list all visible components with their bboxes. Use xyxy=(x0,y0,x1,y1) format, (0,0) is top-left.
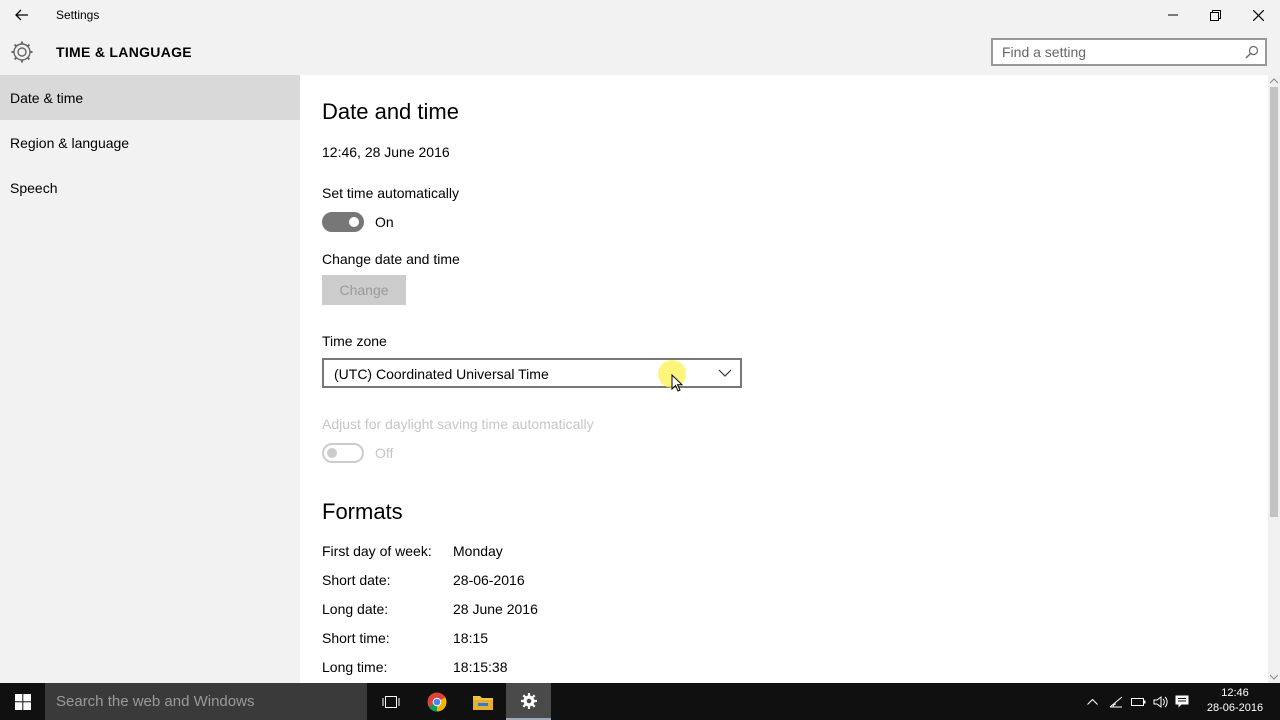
change-date-label: Change date and time xyxy=(322,251,460,267)
back-button[interactable] xyxy=(8,3,36,27)
daylight-toggle[interactable] xyxy=(322,443,364,463)
current-datetime: 12:46, 28 June 2016 xyxy=(322,144,450,160)
timezone-label: Time zone xyxy=(322,333,387,349)
sidebar-item-label: Date & time xyxy=(10,89,84,106)
formats-heading: Formats xyxy=(322,499,403,524)
mouse-cursor-icon xyxy=(671,374,683,392)
sidebar-item-date-time[interactable]: Date & time xyxy=(0,75,300,120)
search-input[interactable] xyxy=(993,40,1242,64)
minimize-icon xyxy=(1168,14,1178,16)
sidebar-item-speech[interactable]: Speech xyxy=(0,165,300,210)
show-hidden-icons-button[interactable] xyxy=(1081,683,1103,720)
scroll-up-button[interactable] xyxy=(1268,75,1280,87)
network-button[interactable] xyxy=(1105,683,1127,720)
speaker-icon xyxy=(1153,695,1168,708)
chevron-down-icon xyxy=(718,369,732,377)
format-value: 18:15 xyxy=(453,630,489,646)
section-title: TIME & LANGUAGE xyxy=(56,44,192,60)
app-title: Settings xyxy=(56,8,100,22)
chrome-taskbar-button[interactable] xyxy=(414,683,459,720)
title-bar: Settings xyxy=(0,0,1280,30)
minimize-button[interactable] xyxy=(1151,0,1195,30)
notification-icon xyxy=(1175,695,1189,708)
sidebar: Date & time Region & language Speech xyxy=(0,75,300,683)
set-time-auto-label: Set time automatically xyxy=(322,185,459,201)
vertical-scrollbar[interactable] xyxy=(1268,75,1280,683)
format-value: 28-06-2016 xyxy=(453,572,525,588)
battery-icon xyxy=(1131,697,1146,706)
restore-button[interactable] xyxy=(1193,0,1237,30)
task-view-icon xyxy=(382,695,399,708)
close-icon xyxy=(1252,9,1264,21)
settings-taskbar-button[interactable] xyxy=(506,683,551,720)
sidebar-item-region-language[interactable]: Region & language xyxy=(0,120,300,165)
restore-icon xyxy=(1209,9,1221,21)
format-label: First day of week: xyxy=(322,543,432,559)
arrow-left-icon xyxy=(15,9,28,21)
clock[interactable]: 12:46 28-06-2016 xyxy=(1198,686,1272,716)
format-label: Short date: xyxy=(322,572,391,588)
clock-date: 28-06-2016 xyxy=(1206,702,1264,714)
folder-icon xyxy=(472,695,493,710)
chrome-icon xyxy=(427,692,446,711)
format-value: 28 June 2016 xyxy=(453,601,538,617)
wifi-icon xyxy=(1109,696,1123,707)
format-label: Long date: xyxy=(322,601,389,617)
action-center-button[interactable] xyxy=(1171,683,1193,720)
sidebar-item-label: Speech xyxy=(10,179,58,196)
start-button[interactable] xyxy=(0,683,45,720)
format-label: Long time: xyxy=(322,659,388,675)
set-time-auto-state: On xyxy=(375,214,394,230)
chevron-up-icon xyxy=(1270,78,1278,84)
set-time-auto-toggle[interactable] xyxy=(322,212,364,232)
chevron-down-icon xyxy=(1270,674,1278,680)
windows-logo-icon xyxy=(14,693,31,710)
battery-button[interactable] xyxy=(1127,683,1149,720)
main-content: Date and time 12:46, 28 June 2016 Set ti… xyxy=(300,75,1268,683)
settings-header: TIME & LANGUAGE xyxy=(0,30,1280,75)
page-title: Date and time xyxy=(322,99,459,124)
task-view-button[interactable] xyxy=(368,683,413,720)
volume-button[interactable] xyxy=(1149,683,1171,720)
change-button[interactable]: Change xyxy=(322,275,406,305)
gear-icon xyxy=(11,41,33,63)
toggle-knob xyxy=(327,448,337,458)
search-icon[interactable] xyxy=(1245,45,1259,59)
gear-icon xyxy=(520,692,537,709)
timezone-value: (UTC) Coordinated Universal Time xyxy=(334,366,549,382)
sidebar-item-label: Region & language xyxy=(10,134,130,151)
close-button[interactable] xyxy=(1236,0,1280,30)
scroll-down-button[interactable] xyxy=(1268,671,1280,683)
taskbar: Search the web and Windows 12:46 28-06-2… xyxy=(0,683,1280,720)
clock-time: 12:46 xyxy=(1221,687,1249,699)
daylight-label: Adjust for daylight saving time automati… xyxy=(322,416,594,432)
file-explorer-button[interactable] xyxy=(460,683,505,720)
taskbar-search[interactable]: Search the web and Windows xyxy=(45,683,367,720)
daylight-state: Off xyxy=(375,445,394,461)
format-value: Monday xyxy=(453,543,503,559)
toggle-knob xyxy=(349,217,359,227)
format-label: Short time: xyxy=(322,630,390,646)
format-value: 18:15:38 xyxy=(453,659,508,675)
search-box[interactable] xyxy=(991,38,1267,66)
chevron-up-icon xyxy=(1086,698,1098,705)
scroll-thumb[interactable] xyxy=(1270,87,1278,517)
taskbar-search-placeholder: Search the web and Windows xyxy=(56,693,255,710)
